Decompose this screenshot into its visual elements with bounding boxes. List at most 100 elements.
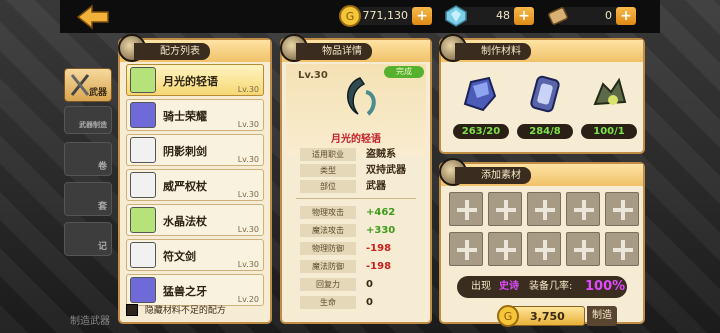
info-key: 部位 (300, 180, 356, 193)
material-count: 100/1 (581, 124, 637, 139)
detail-divider (296, 198, 416, 199)
status-badge: 完成 (384, 66, 424, 78)
recipe-weapon-icon (130, 102, 156, 128)
odds-tier: 史诗 (499, 281, 519, 292)
recipe-level: Lv.30 (237, 155, 259, 164)
material-slot[interactable] (449, 232, 483, 266)
odds-prefix: 出现 (471, 281, 491, 292)
tab-weapon-craft-label: 武器制造 (79, 121, 107, 129)
stat-key: 生命 (300, 296, 356, 309)
epic-chance-bar: 出现 史诗 装备几率: 100% (457, 276, 627, 298)
gold-amount: 771,130 (362, 9, 409, 22)
recipe-weapon-icon (130, 172, 156, 198)
ticket-scroll-icon (548, 7, 568, 25)
stat-value: +462 (366, 207, 396, 218)
info-key: 类型 (300, 164, 356, 177)
materials-panel-title: 制作材料 (455, 43, 531, 60)
tab-weapon[interactable]: 武器 (64, 68, 112, 102)
add-panel-title: 添加素材 (455, 167, 531, 184)
gem-ore-icon (463, 76, 497, 112)
gem-amount: 48 (496, 9, 510, 22)
gold-coin-icon: G (497, 305, 519, 327)
recipe-item[interactable]: 月光的轻语 Lv.30 (126, 64, 264, 96)
recipe-item[interactable]: 威严权杖 Lv.30 (126, 169, 264, 201)
tab-scroll-label: 卷 (97, 162, 107, 172)
add-material-panel: 添加素材 出现 史诗 装备几率: 100% G 3,750 制造 (439, 158, 645, 327)
recipe-list-panel: 配方列表 月光的轻语 Lv.30 骑士荣耀 Lv.30 阴影刺剑 Lv.30 威… (118, 34, 272, 324)
tab-set[interactable]: 套 (64, 182, 112, 216)
stat-key: 魔法防御 (300, 260, 356, 273)
recipe-name: 水晶法杖 (163, 215, 207, 228)
odds-middle: 装备几率: (529, 281, 573, 292)
material-slot[interactable] (488, 192, 522, 226)
material-slot[interactable] (566, 192, 600, 226)
material-slot[interactable] (488, 232, 522, 266)
recipe-level: Lv.30 (237, 120, 259, 129)
recipe-item[interactable]: 符文剑 Lv.30 (126, 239, 264, 271)
recipe-name: 符文剑 (163, 250, 196, 263)
stat-key: 魔法攻击 (300, 224, 356, 237)
tab-weapon-label: 武器 (88, 88, 107, 98)
material-slot[interactable] (527, 192, 561, 226)
recipe-item[interactable]: 猛兽之牙 Lv.20 (126, 274, 264, 306)
recipe-level: Lv.30 (237, 85, 259, 94)
hide-insufficient-checkbox[interactable] (126, 304, 138, 316)
hide-insufficient-label: 隐藏材料不足的配方 (144, 305, 226, 316)
stat-key: 回复力 (300, 278, 356, 291)
tab-record[interactable]: 记 (64, 222, 112, 256)
info-value: 武器 (366, 181, 386, 192)
rune-stone-icon (530, 75, 560, 113)
item-name: 月光的轻语 (331, 134, 381, 145)
recipe-item[interactable]: 阴影刺剑 Lv.30 (126, 134, 264, 166)
material-count: 284/8 (517, 124, 573, 139)
craft-cost: 3,750 (530, 310, 565, 323)
recipe-weapon-icon (130, 242, 156, 268)
recipe-item[interactable]: 骑士荣耀 Lv.30 (126, 99, 264, 131)
stat-key: 物理攻击 (300, 206, 356, 219)
buy-tickets-button[interactable]: + (616, 7, 636, 25)
material-slot[interactable] (527, 232, 561, 266)
recipe-name: 猛兽之牙 (163, 285, 207, 298)
recipe-level: Lv.30 (237, 260, 259, 269)
recipe-weapon-icon (130, 67, 156, 93)
recipe-level: Lv.30 (237, 190, 259, 199)
recipe-name: 威严权杖 (163, 180, 207, 193)
stat-value: +330 (366, 225, 396, 236)
recipe-name: 骑士荣耀 (163, 110, 207, 123)
material-slot[interactable] (605, 232, 639, 266)
crescent-dagger-icon (347, 77, 376, 116)
material-count: 263/20 (453, 124, 509, 139)
stat-value: 0 (366, 279, 373, 290)
detail-panel-title: 物品详情 (296, 43, 372, 60)
bottom-caption: 制造武器 (70, 316, 110, 327)
crystal-gem-icon (445, 5, 467, 27)
recipe-level: Lv.20 (237, 295, 259, 304)
recipe-item[interactable]: 水晶法杖 Lv.30 (126, 204, 264, 236)
tab-record-label: 记 (97, 242, 107, 252)
odds-value: 100% (585, 279, 626, 294)
recipe-panel-title: 配方列表 (134, 43, 210, 60)
gold-coin-icon: G (339, 5, 361, 27)
craft-cost-button[interactable]: G 3,750 (497, 305, 585, 327)
recipe-name: 阴影刺剑 (163, 145, 207, 158)
back-arrow-icon[interactable] (76, 4, 110, 30)
info-key: 适用职业 (300, 148, 356, 161)
material-slot[interactable] (449, 192, 483, 226)
material-slot[interactable] (605, 192, 639, 226)
sword-axe-icon (70, 74, 90, 96)
recipe-weapon-icon (130, 207, 156, 233)
stat-value: 0 (366, 297, 373, 308)
stat-key: 物理防御 (300, 242, 356, 255)
buy-gems-button[interactable]: + (514, 7, 534, 25)
stat-value: -198 (366, 243, 392, 254)
tab-scroll[interactable]: 卷 (64, 142, 112, 176)
hide-insufficient-toggle[interactable]: 隐藏材料不足的配方 (126, 303, 226, 316)
craft-button[interactable]: 制造 (587, 306, 617, 326)
buy-gold-button[interactable]: + (412, 7, 432, 25)
item-detail-panel: 物品详情 Lv.30 完成 月光的轻语 适用职业 盗贼系 类型 双持武器 部位 … (280, 34, 432, 324)
ticket-amount: 0 (605, 9, 612, 22)
material-slot[interactable] (566, 232, 600, 266)
gold-counter: G 771,130 + (339, 5, 432, 27)
recipe-weapon-icon (130, 277, 156, 303)
tab-weapon-craft[interactable]: 武器制造 (64, 106, 112, 134)
